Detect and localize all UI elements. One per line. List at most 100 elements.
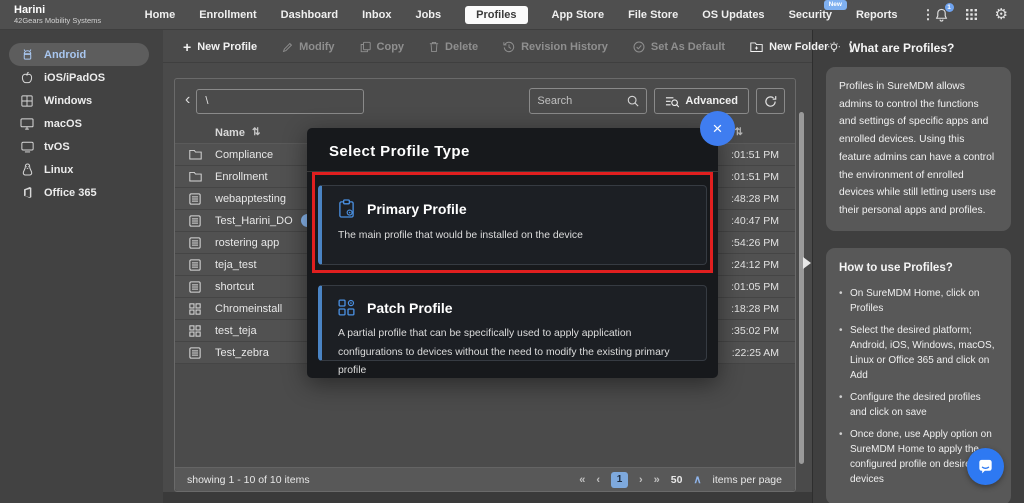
nav-item-inbox[interactable]: Inbox <box>362 9 391 21</box>
profiles-toolbar: + New Profile Modify Copy Delete Revisio… <box>174 33 796 61</box>
last-page-button[interactable]: » <box>654 474 660 486</box>
advanced-search-button[interactable]: Advanced <box>654 88 749 114</box>
search-icon[interactable] <box>627 95 639 107</box>
check-circle-icon <box>633 41 645 53</box>
settings-button[interactable]: ⚙ <box>995 6 1008 24</box>
back-chevron-icon[interactable]: ‹ <box>183 91 196 111</box>
items-per-page-label: items per page <box>713 474 782 486</box>
nav-item-file-store[interactable]: File Store <box>628 9 678 21</box>
modal-title: Select Profile Type <box>307 128 718 171</box>
sidebar-item-windows[interactable]: Windows <box>0 89 163 112</box>
refresh-button[interactable] <box>756 88 785 114</box>
items-summary: showing 1 - 10 of 10 items <box>175 474 310 486</box>
new-profile-button[interactable]: + New Profile <box>174 37 266 57</box>
delete-label: Delete <box>445 41 478 53</box>
row-name: webapptesting <box>215 193 286 205</box>
set-as-default-label: Set As Default <box>651 41 725 53</box>
current-page-button[interactable]: 1 <box>611 472 628 488</box>
folder-icon <box>188 171 202 182</box>
sort-icon[interactable]: ⇅ <box>252 127 260 138</box>
nav-item-home[interactable]: Home <box>145 9 176 21</box>
filter-row: ‹ Advanced <box>175 79 795 122</box>
folder-path-input[interactable] <box>196 89 364 114</box>
sidebar-item-tvos[interactable]: tvOS <box>0 135 163 158</box>
row-modified-time: :01:05 PM <box>731 281 779 293</box>
support-chat-button[interactable] <box>967 448 1004 485</box>
revision-history-label: Revision History <box>521 41 608 53</box>
bottom-strip <box>163 492 812 503</box>
nav-item-os-updates[interactable]: OS Updates <box>702 9 764 21</box>
sidebar-item-ios[interactable]: iOS/iPadOS <box>0 66 163 89</box>
notifications-button[interactable]: 1 <box>935 8 948 22</box>
delete-button[interactable]: Delete <box>420 37 487 57</box>
sidebar-item-android[interactable]: Android <box>9 43 149 66</box>
new-badge: New <box>824 0 847 10</box>
android-icon <box>20 48 34 61</box>
set-as-default-button[interactable]: Set As Default <box>624 37 734 57</box>
toolbar-more-icon[interactable]: ⋮ <box>844 39 865 55</box>
profile-doc-icon <box>188 237 202 249</box>
nav-item-jobs[interactable]: Jobs <box>415 9 441 21</box>
linux-penguin-icon <box>20 163 34 176</box>
nav-item-dashboard[interactable]: Dashboard <box>281 9 338 21</box>
row-modified-time: :48:28 PM <box>731 193 779 205</box>
nav-item-reports[interactable]: Reports <box>856 9 898 21</box>
patch-profile-option[interactable]: Patch Profile A partial profile that can… <box>318 285 707 361</box>
row-name: Test_zebra <box>215 347 269 359</box>
primary-profile-option[interactable]: Primary Profile The main profile that wo… <box>318 185 707 265</box>
row-modified-time: :18:28 PM <box>731 303 779 315</box>
page-size-value[interactable]: 50 <box>671 474 683 486</box>
sidebar-item-office-365[interactable]: Office 365 <box>0 181 163 204</box>
row-modified-time: :54:26 PM <box>731 237 779 249</box>
modified-column-sort-icon[interactable]: ⇅ <box>735 127 743 138</box>
new-folder-label: New Folder <box>769 41 828 53</box>
sidebar-item-macos[interactable]: macOS <box>0 112 163 135</box>
apps-grid-button[interactable] <box>965 8 978 21</box>
next-page-button[interactable]: › <box>639 474 643 486</box>
modify-label: Modify <box>299 41 334 53</box>
gear-icon: ⚙ <box>995 6 1008 23</box>
row-modified-time: :24:12 PM <box>731 259 779 271</box>
page-size-caret-icon[interactable]: ∧ <box>693 473 701 486</box>
first-page-button[interactable]: « <box>579 474 585 486</box>
advanced-filter-icon <box>665 95 679 108</box>
sidebar-item-linux[interactable]: Linux <box>0 158 163 181</box>
patch-profile-icon <box>338 299 355 316</box>
folder-icon <box>188 149 202 160</box>
patch-profile-description: A partial profile that can be specifical… <box>338 325 690 381</box>
sidebar-item-label: Windows <box>44 95 92 107</box>
row-name: Test_Harini_DO <box>215 215 293 227</box>
nav-item-security[interactable]: Security New <box>789 9 832 21</box>
help-panel: What are Profiles? Profiles in SureMDM a… <box>812 30 1024 503</box>
apps-grid-icon <box>965 8 978 21</box>
row-name: teja_test <box>215 259 257 271</box>
account-brand: Harini 42Gears Mobility Systems <box>0 4 145 25</box>
company-name: 42Gears Mobility Systems <box>14 17 145 26</box>
search-input[interactable] <box>537 95 627 107</box>
copy-label: Copy <box>377 41 405 53</box>
collapse-help-panel-arrow[interactable] <box>803 257 811 269</box>
chat-icon <box>976 457 995 476</box>
prev-page-button[interactable]: ‹ <box>596 474 600 486</box>
nav-item-profiles[interactable]: Profiles <box>465 6 527 24</box>
profile-doc-icon <box>188 215 202 227</box>
close-icon: × <box>713 119 723 139</box>
how-to-bullet: Configure the desired profiles and click… <box>839 390 998 420</box>
copy-button[interactable]: Copy <box>351 37 414 57</box>
nav-item-enrollment[interactable]: Enrollment <box>199 9 256 21</box>
profile-doc-icon <box>188 281 202 293</box>
copy-icon <box>360 41 371 53</box>
modify-button[interactable]: Modify <box>273 37 343 57</box>
nav-more-menu-icon[interactable]: ⋮ <box>922 7 935 23</box>
help-panel-scrollbar[interactable] <box>799 112 804 464</box>
advanced-label: Advanced <box>685 95 738 107</box>
app-grid-icon <box>188 303 202 315</box>
revision-history-button[interactable]: Revision History <box>494 37 617 57</box>
profile-doc-icon <box>188 347 202 359</box>
app-grid-icon <box>188 325 202 337</box>
nav-item-app-store[interactable]: App Store <box>552 9 605 21</box>
nav-item-security-label: Security <box>789 9 832 21</box>
name-column-header[interactable]: Name <box>215 127 245 139</box>
modal-close-button[interactable]: × <box>700 111 735 146</box>
new-folder-button[interactable]: New Folder <box>741 37 837 57</box>
